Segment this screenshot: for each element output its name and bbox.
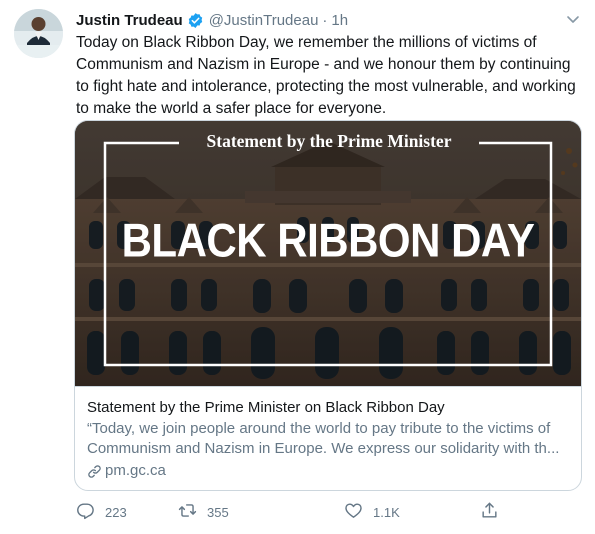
verified-badge-icon <box>187 12 204 29</box>
reply-button[interactable]: 223 <box>76 500 127 524</box>
share-button[interactable] <box>480 500 499 524</box>
like-icon <box>344 501 363 523</box>
timestamp[interactable]: 1h <box>331 12 348 29</box>
card-image-header: Statement by the Prime Minister <box>206 131 452 151</box>
card-description: “Today, we join people around the world … <box>87 420 560 457</box>
reply-icon <box>76 501 95 523</box>
retweet-icon <box>178 501 197 523</box>
link-card[interactable]: Statement by the Prime Minister BLACK RI… <box>74 120 582 491</box>
display-name[interactable]: Justin Trudeau <box>76 12 183 29</box>
card-title: Statement by the Prime Minister on Black… <box>87 399 445 416</box>
card-domain: pm.gc.ca <box>105 462 166 479</box>
tweet-text: Today on Black Ribbon Day, we remember t… <box>76 34 576 117</box>
handle[interactable]: @JustinTrudeau <box>209 12 319 29</box>
avatar[interactable] <box>14 9 63 58</box>
card-image[interactable]: Statement by the Prime Minister BLACK RI… <box>75 121 581 386</box>
separator-dot: · <box>322 11 328 29</box>
like-count: 1.1K <box>373 504 400 520</box>
tweet: Justin Trudeau @JustinTrudeau · 1h Today… <box>0 0 595 534</box>
card-link[interactable]: pm.gc.ca <box>87 461 569 481</box>
like-button[interactable]: 1.1K <box>344 500 400 524</box>
card-image-title: BLACK RIBBON DAY <box>121 214 535 267</box>
card-body[interactable]: Statement by the Prime Minister on Black… <box>75 386 581 490</box>
share-icon <box>480 501 499 523</box>
link-icon <box>87 464 102 479</box>
reply-count: 223 <box>105 504 127 520</box>
action-bar: 223 355 1.1K <box>74 500 504 524</box>
chevron-down-icon[interactable] <box>565 11 581 27</box>
retweet-button[interactable]: 355 <box>178 500 229 524</box>
tweet-header: Justin Trudeau @JustinTrudeau · 1h <box>76 9 581 31</box>
retweet-count: 355 <box>207 504 229 520</box>
